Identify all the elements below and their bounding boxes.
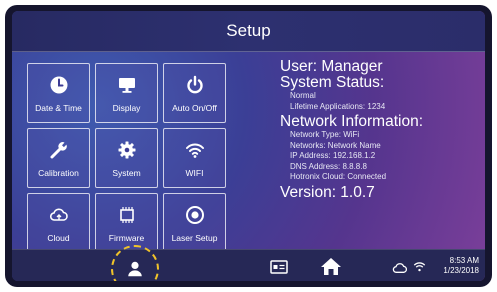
target-icon [184,204,206,226]
wifi-icon [184,139,206,161]
tile-label: System [112,167,141,178]
card-icon[interactable] [270,260,288,274]
clock-icon [48,74,70,96]
touch-screen: Setup Date & Time Display Auto On/Off Ca… [12,11,485,281]
date-time-tile[interactable]: Date & Time [27,63,90,123]
chip-icon [116,204,138,226]
user-label: User: Manager [280,58,383,75]
gear-icon [116,139,138,161]
cloud-tile[interactable]: Cloud [27,193,90,253]
wifi-tile[interactable]: WIFI [163,128,226,188]
tile-label: Laser Setup [171,232,218,243]
bottom-bar: 8:53 AM 1/23/2018 [12,249,485,281]
dns-address: DNS Address: 8.8.8.8 [290,161,367,171]
page-title: Setup [226,21,271,40]
user-icon [128,261,142,277]
wifi-status-icon [412,259,426,273]
version-label: Version: 1.0.7 [280,183,375,201]
cloud-icon [48,204,70,226]
system-status-heading: System Status: [280,74,385,91]
firmware-tile[interactable]: Firmware [95,193,158,253]
status-value: Normal [290,91,316,100]
auto-on-off-tile[interactable]: Auto On/Off [163,63,226,123]
tile-label: Cloud [47,232,70,243]
wrench-icon [48,139,70,161]
lifetime-applications: Lifetime Applications: 1234 [290,101,386,111]
monitor-icon [116,74,138,96]
cloud-status-icon [392,260,408,274]
date-label: 1/23/2018 [443,266,479,275]
system-tile[interactable]: System [95,128,158,188]
cloud-status: Hotronix Cloud: Connected [290,172,387,181]
tile-label: Display [112,102,141,113]
tile-label: Auto On/Off [172,102,217,113]
info-panel: User: Manager System Status: Normal Life… [280,59,480,201]
laser-setup-tile[interactable]: Laser Setup [163,193,226,253]
home-icon[interactable] [320,256,342,276]
power-icon [184,74,206,96]
tile-label: WIFI [185,167,204,178]
clock: 8:53 AM 1/23/2018 [443,256,479,276]
ip-address: IP Address: 192.168.1.2 [290,151,376,160]
tile-label: Calibration [38,167,79,178]
tile-label: Firmware [108,232,145,243]
title-bar: Setup [12,11,485,52]
network-name: Networks: Network Name [290,140,381,150]
calibration-tile[interactable]: Calibration [27,128,90,188]
network-type: Network Type: WiFi [290,130,360,139]
time-label: 8:53 AM [449,256,479,265]
device-frame: Setup Date & Time Display Auto On/Off Ca… [5,5,492,287]
display-tile[interactable]: Display [95,63,158,123]
settings-grid: Date & Time Display Auto On/Off Calibrat… [27,63,226,253]
network-heading: Network Information: [280,113,423,130]
tile-label: Date & Time [35,102,82,113]
